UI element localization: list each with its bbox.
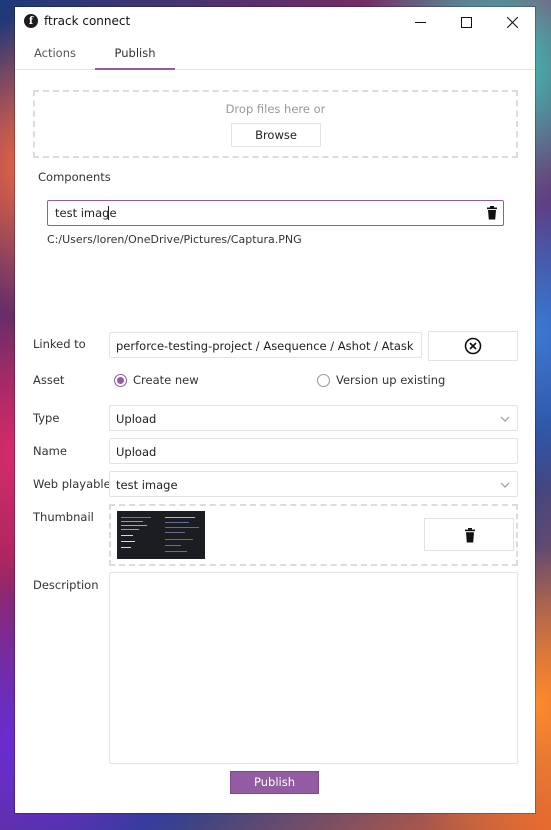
component-file-path: C:/Users/loren/OneDrive/Pictures/Captura…	[47, 233, 302, 246]
text-caret	[108, 206, 109, 220]
tab-actions[interactable]: Actions	[15, 37, 95, 70]
radio-version-up-existing[interactable]	[317, 374, 330, 387]
thumbnail-label: Thumbnail	[33, 510, 94, 524]
dropzone-text: Drop files here or	[225, 102, 326, 116]
type-value: Upload	[116, 412, 157, 426]
type-select[interactable]: Upload	[109, 405, 518, 431]
linked-to-value: perforce-testing-project / Asequence / A…	[116, 339, 414, 353]
type-label: Type	[33, 411, 60, 425]
component-name-input[interactable]: test image	[47, 200, 504, 226]
chevron-down-icon	[500, 416, 510, 422]
clear-circle-x-icon	[464, 337, 482, 355]
ftrack-connect-window: f ftrack connect Actions Publish Drop fi…	[15, 7, 535, 813]
description-label: Description	[33, 578, 99, 592]
linked-to-label: Linked to	[33, 337, 86, 351]
radio-version-up-existing-label[interactable]: Version up existing	[336, 373, 445, 387]
trash-icon	[465, 528, 475, 543]
description-textarea[interactable]	[109, 572, 518, 764]
tab-bar: Actions Publish	[15, 37, 535, 70]
trash-icon[interactable]	[485, 206, 499, 220]
radio-create-new-label[interactable]: Create new	[133, 373, 199, 387]
asset-label: Asset	[33, 373, 65, 387]
name-input[interactable]: Upload	[109, 438, 518, 464]
window-title: ftrack connect	[44, 14, 131, 28]
ftrack-logo-icon: f	[24, 14, 38, 28]
close-button[interactable]	[489, 7, 535, 37]
radio-create-new[interactable]	[114, 374, 127, 387]
name-value: Upload	[116, 445, 157, 459]
chevron-down-icon	[500, 482, 510, 488]
file-dropzone[interactable]: Drop files here or Browse	[33, 90, 518, 158]
publish-button[interactable]: Publish	[230, 771, 319, 794]
linked-to-field[interactable]: perforce-testing-project / Asequence / A…	[109, 332, 422, 358]
tab-publish[interactable]: Publish	[95, 37, 175, 70]
web-playable-value: test image	[116, 478, 178, 492]
name-label: Name	[33, 444, 67, 458]
minimize-button[interactable]	[397, 7, 443, 37]
thumbnail-dropzone[interactable]	[109, 504, 518, 566]
close-icon	[506, 16, 518, 28]
maximize-icon	[460, 16, 472, 28]
maximize-button[interactable]	[443, 7, 489, 37]
title-bar[interactable]: f ftrack connect	[15, 7, 535, 37]
web-playable-label: Web playable	[33, 477, 111, 491]
browse-button[interactable]: Browse	[231, 123, 321, 147]
web-playable-select[interactable]: test image	[109, 471, 518, 497]
minimize-icon	[414, 21, 426, 23]
clear-link-button[interactable]	[428, 331, 518, 361]
components-label: Components	[38, 170, 111, 184]
thumbnail-image	[117, 511, 205, 559]
clear-thumbnail-button[interactable]	[424, 518, 514, 551]
